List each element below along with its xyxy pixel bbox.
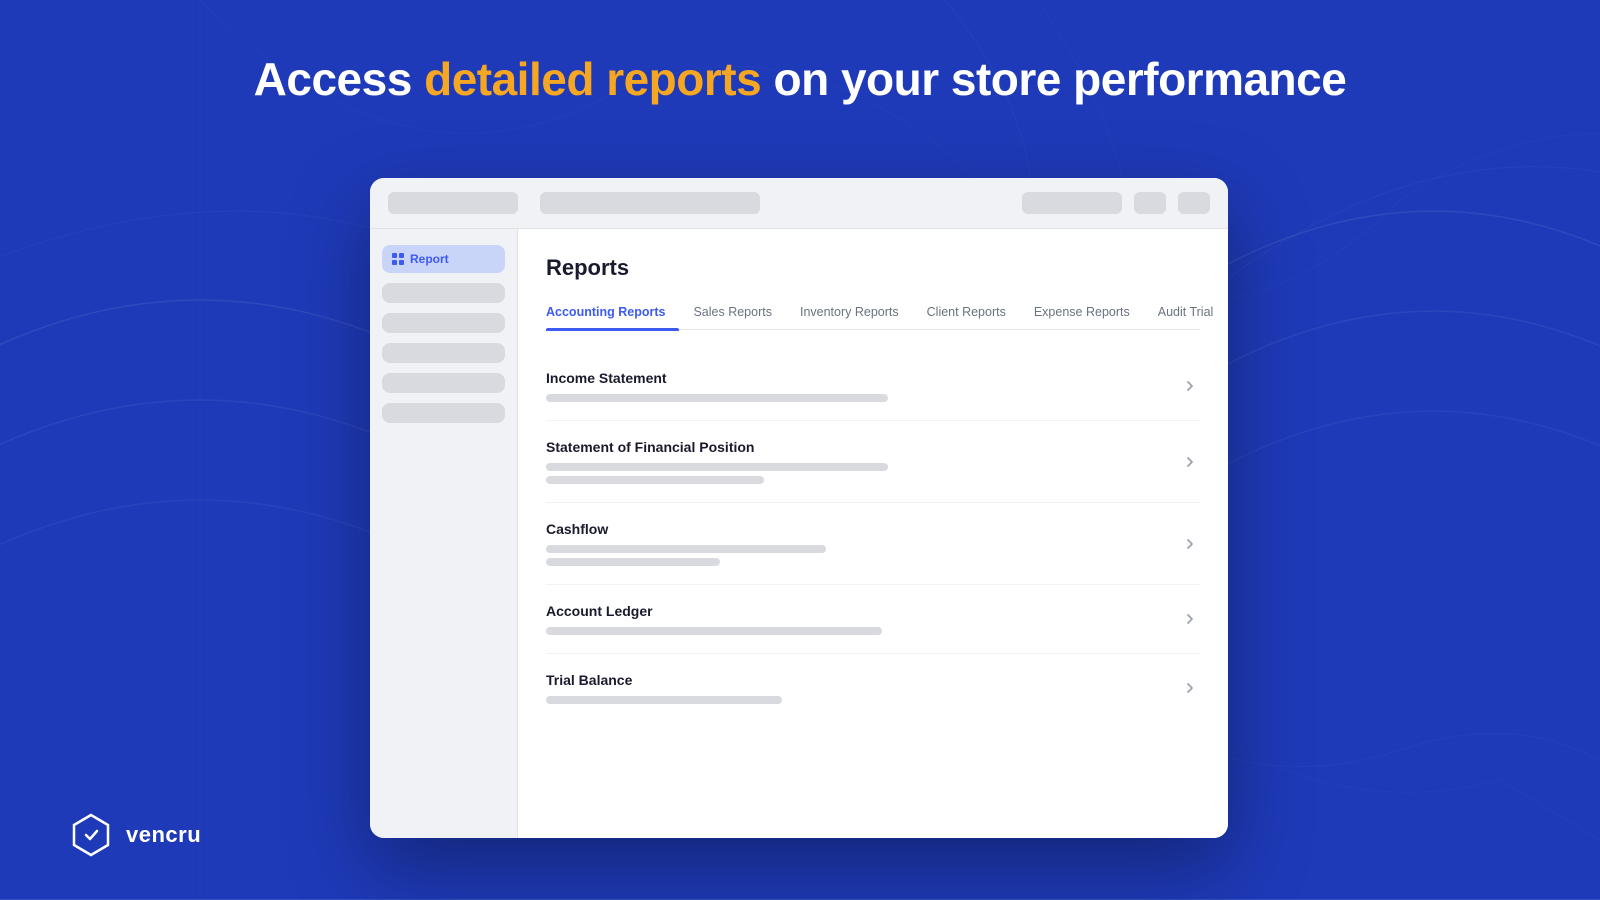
- report-item-cashflow[interactable]: Cashflow: [546, 503, 1200, 585]
- logo-text: vencru: [126, 822, 201, 848]
- tab-accounting-reports[interactable]: Accounting Reports: [546, 299, 679, 329]
- sidebar-item-label: Report: [410, 252, 449, 266]
- title-highlight: detailed reports: [424, 53, 761, 105]
- grid-icon: [392, 253, 404, 265]
- chevron-right-icon: [1180, 534, 1200, 554]
- report-title-cashflow: Cashflow: [546, 521, 1168, 537]
- report-item-account-ledger[interactable]: Account Ledger: [546, 585, 1200, 654]
- sidebar: Report: [370, 229, 518, 838]
- tab-expense-reports[interactable]: Expense Reports: [1020, 299, 1144, 329]
- report-lines-ledger: [546, 627, 1168, 635]
- main-layout: Report Reports Accounting Reports Sales …: [370, 229, 1228, 838]
- report-item-trial-balance[interactable]: Trial Balance: [546, 654, 1200, 722]
- hero-title: Access detailed reports on your store pe…: [0, 52, 1600, 106]
- sidebar-placeholder-2: [382, 313, 505, 333]
- chevron-right-icon: [1180, 609, 1200, 629]
- report-item-trial-content: Trial Balance: [546, 672, 1168, 704]
- app-window: Report Reports Accounting Reports Sales …: [370, 178, 1228, 838]
- report-lines-financial: [546, 463, 1168, 484]
- chevron-right-icon: [1180, 678, 1200, 698]
- report-lines-trial: [546, 696, 1168, 704]
- top-bar-search-placeholder: [540, 192, 760, 214]
- skeleton-line: [546, 394, 888, 402]
- report-title-income: Income Statement: [546, 370, 1168, 386]
- report-lines-income: [546, 394, 1168, 402]
- report-item-ledger-content: Account Ledger: [546, 603, 1168, 635]
- skeleton-line: [546, 545, 826, 553]
- sidebar-placeholder-4: [382, 373, 505, 393]
- skeleton-line: [546, 627, 882, 635]
- logo-area: vencru: [68, 812, 201, 858]
- chevron-right-icon: [1180, 376, 1200, 396]
- tab-inventory-reports[interactable]: Inventory Reports: [786, 299, 913, 329]
- report-title-trial: Trial Balance: [546, 672, 1168, 688]
- tab-client-reports[interactable]: Client Reports: [913, 299, 1020, 329]
- report-title-ledger: Account Ledger: [546, 603, 1168, 619]
- sidebar-placeholder-3: [382, 343, 505, 363]
- title-end: on your store performance: [761, 53, 1346, 105]
- sidebar-placeholder-5: [382, 403, 505, 423]
- chevron-right-icon: [1180, 452, 1200, 472]
- tabs-container: Accounting Reports Sales Reports Invento…: [546, 299, 1200, 330]
- report-item-financial-content: Statement of Financial Position: [546, 439, 1168, 484]
- sidebar-item-report[interactable]: Report: [382, 245, 505, 273]
- tab-sales-reports[interactable]: Sales Reports: [679, 299, 786, 329]
- skeleton-line: [546, 476, 764, 484]
- skeleton-line: [546, 463, 888, 471]
- top-bar-logo-placeholder: [388, 192, 518, 214]
- skeleton-line: [546, 558, 720, 566]
- report-item-financial-position[interactable]: Statement of Financial Position: [546, 421, 1200, 503]
- report-lines-cashflow: [546, 545, 1168, 566]
- page-title: Reports: [546, 255, 1200, 281]
- report-list: Income Statement Statement of Fina: [546, 352, 1200, 722]
- top-bar-icon-2[interactable]: [1178, 192, 1210, 214]
- report-item-income-statement[interactable]: Income Statement: [546, 352, 1200, 421]
- tab-audit-trial[interactable]: Audit Trial: [1144, 299, 1228, 329]
- report-title-financial: Statement of Financial Position: [546, 439, 1168, 455]
- top-bar-action-btn[interactable]: [1022, 192, 1122, 214]
- skeleton-line: [546, 696, 782, 704]
- sidebar-placeholder-1: [382, 283, 505, 303]
- report-item-cashflow-content: Cashflow: [546, 521, 1168, 566]
- logo-hexagon: [68, 812, 114, 858]
- top-bar-center: [540, 192, 769, 214]
- report-item-income-content: Income Statement: [546, 370, 1168, 402]
- content-area: Reports Accounting Reports Sales Reports…: [518, 229, 1228, 838]
- title-start: Access: [254, 53, 424, 105]
- top-bar-icon-1[interactable]: [1134, 192, 1166, 214]
- top-bar: [370, 178, 1228, 229]
